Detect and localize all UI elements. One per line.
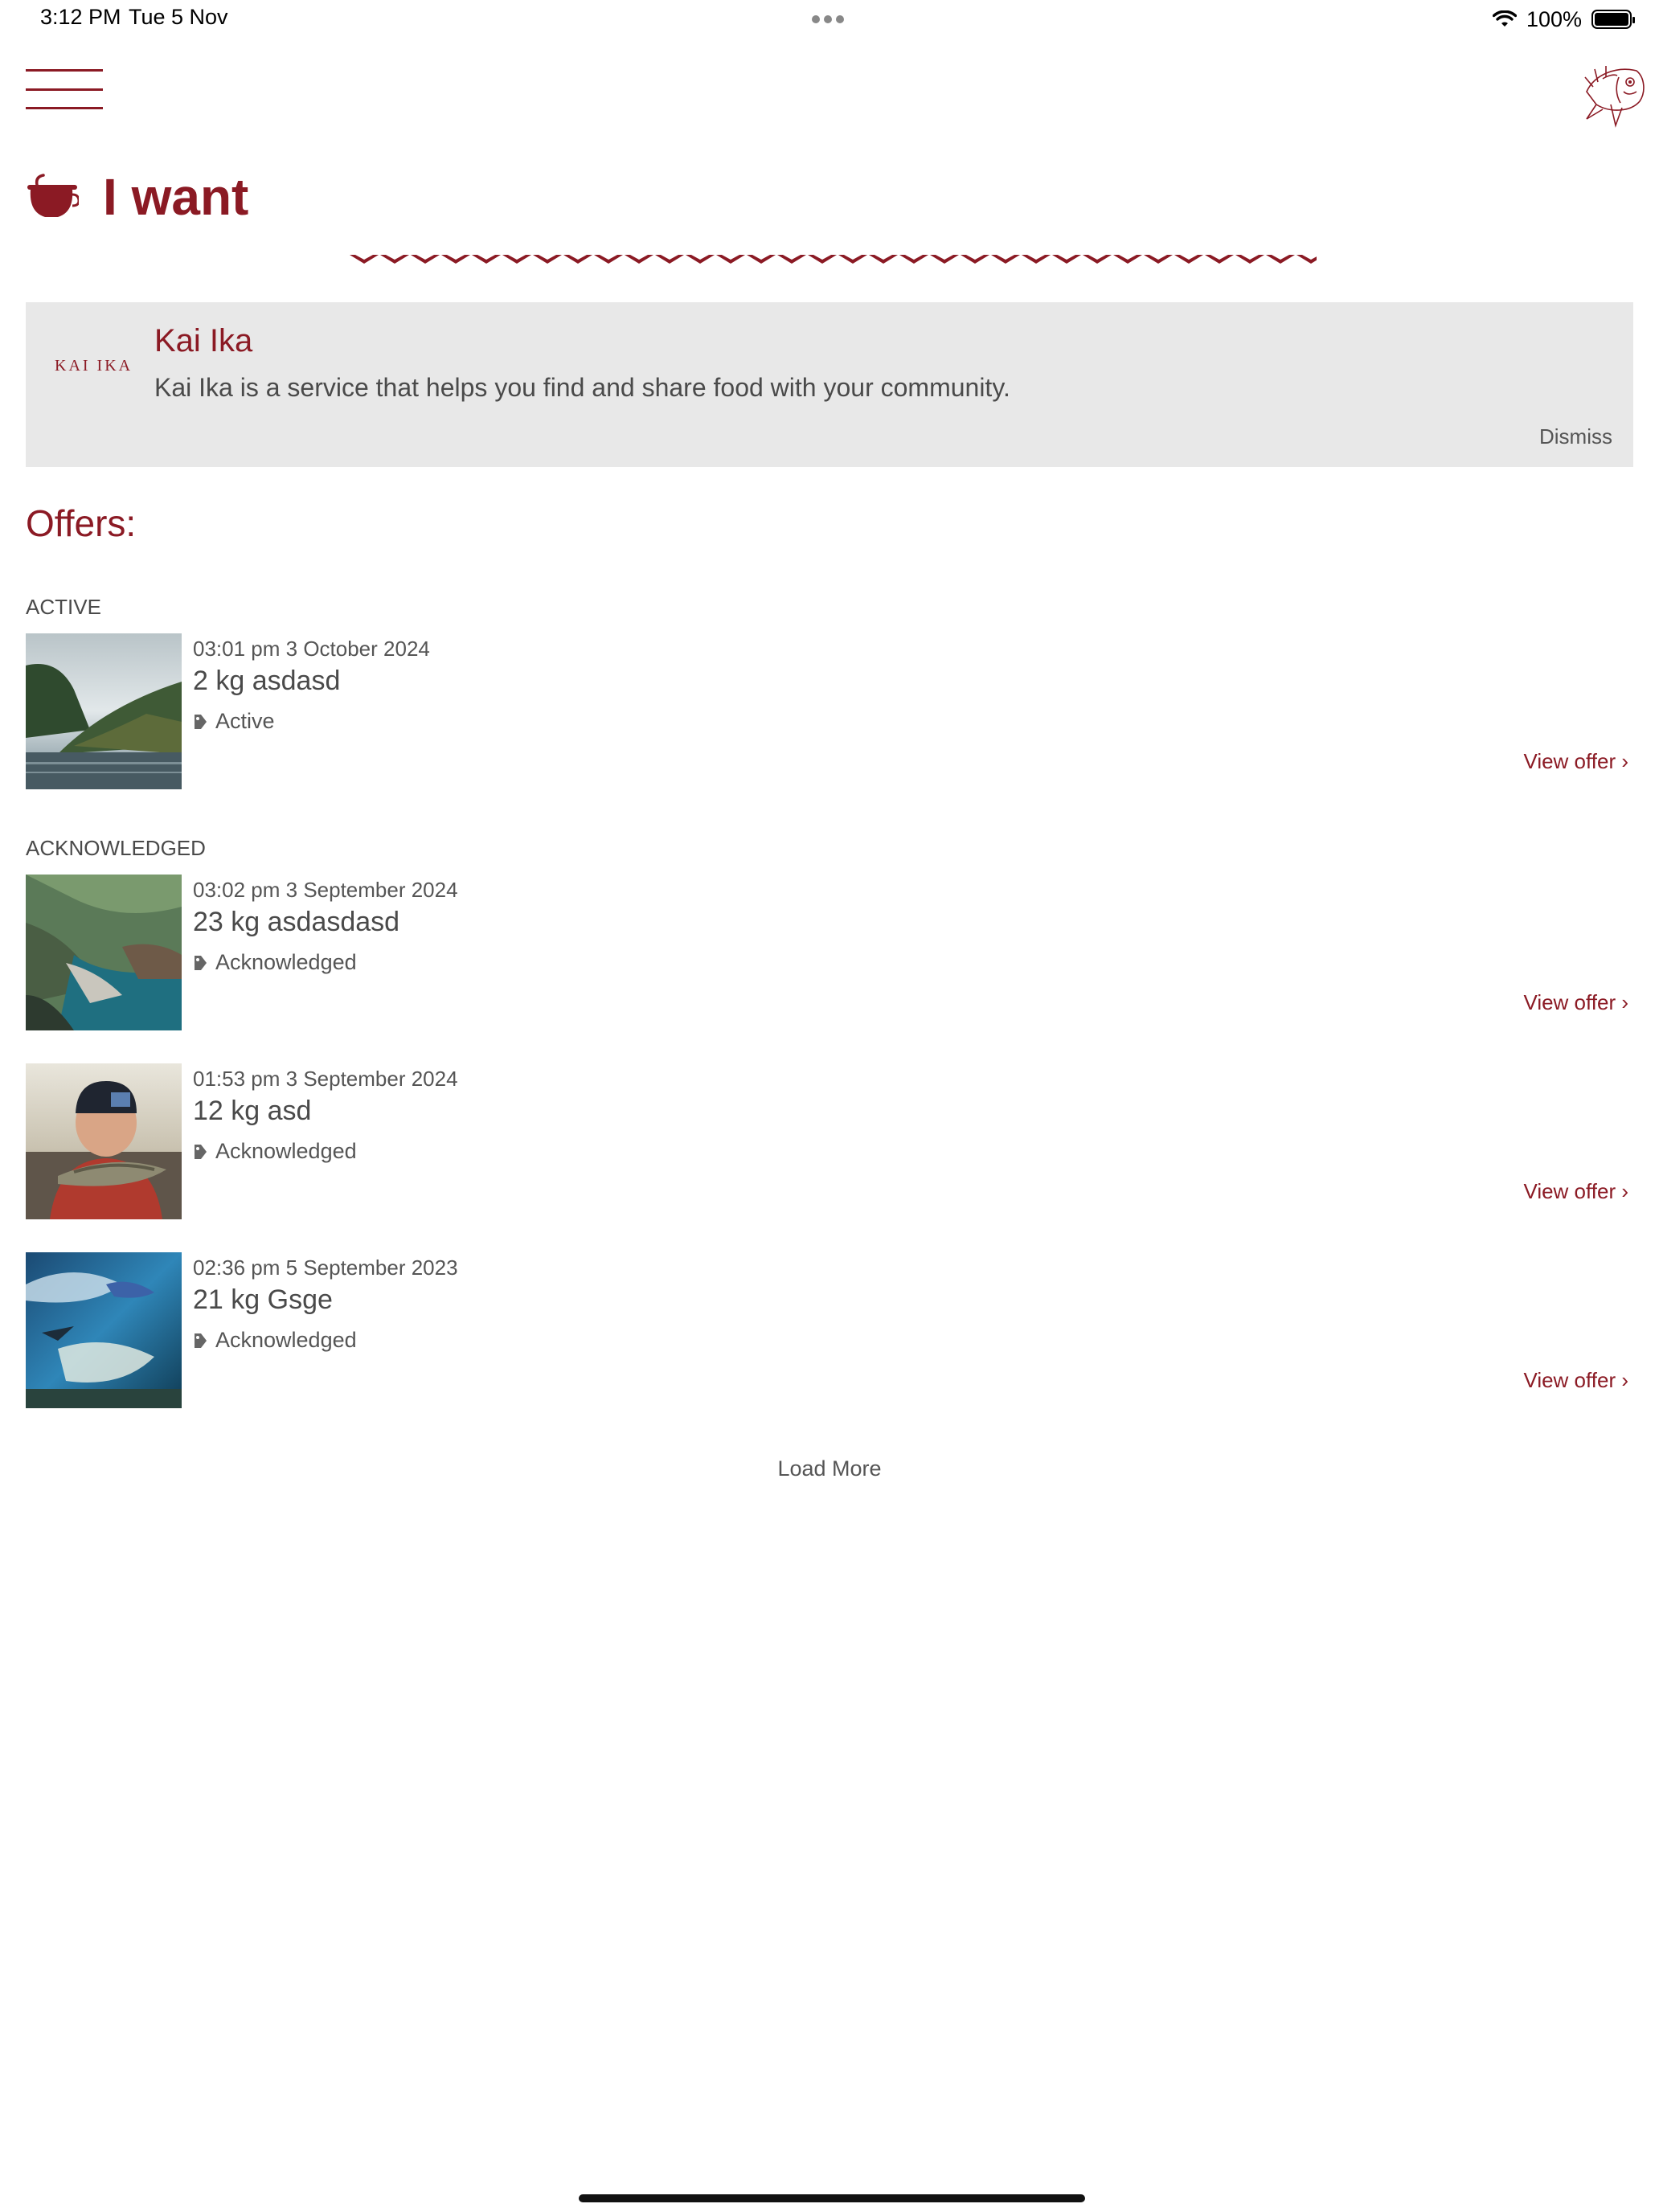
kai-ika-logo: KAI IKA bbox=[55, 357, 133, 375]
offer-date: 01:53 pm 3 September 2024 bbox=[193, 1067, 458, 1091]
status-right: 100% bbox=[1492, 5, 1635, 34]
offer-date: 03:02 pm 3 September 2024 bbox=[193, 878, 458, 902]
offer-thumbnail[interactable] bbox=[26, 1063, 182, 1219]
tag-icon bbox=[195, 714, 207, 729]
offer-status: Acknowledged bbox=[193, 950, 357, 975]
home-indicator[interactable] bbox=[579, 2194, 1085, 2202]
offer-status-label: Acknowledged bbox=[215, 1328, 357, 1352]
offer-item: 03:01 pm 3 October 2024 2 kg asdasd Acti… bbox=[26, 633, 1633, 789]
offer-status: Acknowledged bbox=[193, 1139, 357, 1164]
view-offer-link[interactable]: View offer › bbox=[1523, 1179, 1628, 1204]
offer-title: 21 kg Gsge bbox=[193, 1284, 333, 1315]
offer-date: 03:01 pm 3 October 2024 bbox=[193, 637, 430, 661]
offer-item: 03:02 pm 3 September 2024 23 kg asdasdas… bbox=[26, 875, 1633, 1030]
offer-status-label: Acknowledged bbox=[215, 950, 357, 974]
banner-text: Kai Ika is a service that helps you find… bbox=[154, 373, 1010, 402]
offer-status: Active bbox=[193, 709, 275, 734]
offer-item: 02:36 pm 5 September 2023 21 kg Gsge Ack… bbox=[26, 1252, 1633, 1408]
offer-title: 2 kg asdasd bbox=[193, 666, 341, 696]
view-offer-link[interactable]: View offer › bbox=[1523, 749, 1628, 774]
pot-icon bbox=[27, 174, 79, 217]
offers-heading: Offers: bbox=[26, 502, 137, 544]
offer-status: Acknowledged bbox=[193, 1328, 357, 1353]
view-offer-link[interactable]: View offer › bbox=[1523, 1368, 1628, 1393]
zigzag-divider bbox=[349, 252, 1317, 268]
offer-date: 02:36 pm 5 September 2023 bbox=[193, 1256, 458, 1280]
offer-status-label: Acknowledged bbox=[215, 1139, 357, 1163]
load-more-button[interactable]: Load More bbox=[0, 1456, 1659, 1481]
wifi-icon bbox=[1492, 10, 1517, 27]
status-date: Tue 5 Nov bbox=[129, 5, 228, 29]
dismiss-button[interactable]: Dismiss bbox=[1539, 424, 1612, 449]
battery-icon bbox=[1591, 10, 1635, 29]
section-label-active: ACTIVE bbox=[26, 595, 101, 619]
offer-thumbnail[interactable] bbox=[26, 875, 182, 1030]
tag-icon bbox=[195, 1333, 207, 1348]
banner-title: Kai Ika bbox=[154, 323, 253, 358]
hamburger-menu-icon[interactable] bbox=[26, 69, 103, 109]
offer-thumbnail[interactable] bbox=[26, 633, 182, 789]
multitasking-dots-icon[interactable] bbox=[812, 13, 850, 23]
view-offer-link[interactable]: View offer › bbox=[1523, 990, 1628, 1015]
fish-logo-icon[interactable] bbox=[1579, 59, 1648, 129]
title-row: I want bbox=[26, 167, 248, 227]
offer-title: 12 kg asd bbox=[193, 1096, 312, 1126]
offer-item: 01:53 pm 3 September 2024 12 kg asd Ackn… bbox=[26, 1063, 1633, 1219]
tag-icon bbox=[195, 955, 207, 970]
status-time: 3:12 PM bbox=[40, 5, 121, 29]
offer-title: 23 kg asdasdasd bbox=[193, 907, 400, 937]
offer-status-label: Active bbox=[215, 709, 275, 733]
page-title: I want bbox=[103, 168, 249, 226]
section-label-acknowledged: ACKNOWLEDGED bbox=[26, 836, 206, 860]
offer-thumbnail[interactable] bbox=[26, 1252, 182, 1408]
tag-icon bbox=[195, 1144, 207, 1159]
info-banner: KAI IKA Kai Ika Kai Ika is a service tha… bbox=[26, 302, 1633, 467]
battery-percent: 100% bbox=[1526, 6, 1582, 31]
